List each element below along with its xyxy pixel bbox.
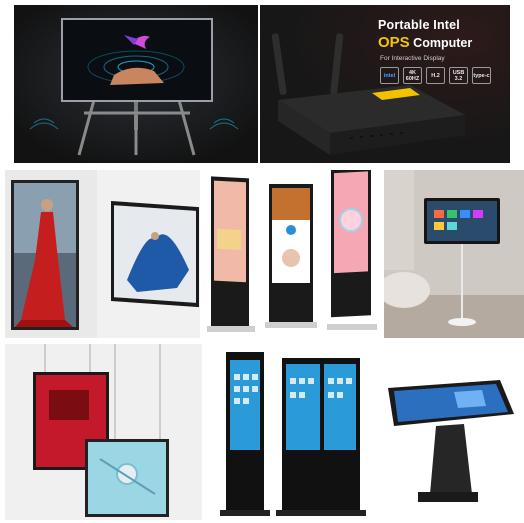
type-c-badge: type-c [472,67,491,84]
usb-badge: USB 3.2 [449,67,468,84]
4k-badge: 4K 60HZ [403,67,422,84]
landscape-wall-display-photo [97,170,200,338]
hanging-displays-photo [5,344,202,520]
intel-badge: intel [380,67,399,84]
h2-badge: H.2 [426,67,445,84]
floor-kiosks-photo [206,344,371,520]
interactive-panel-photo [14,5,258,163]
ops-title-line2: OPS Computer [378,34,472,51]
rolling-stand-tv-photo [384,170,524,338]
standing-kiosks-photo [203,170,379,338]
ops-highlight: OPS [378,34,410,51]
touch-kiosk-photo [374,344,524,520]
portrait-display-photo [5,170,97,338]
spec-badges: intel 4K 60HZ H.2 USB 3.2 type-c [380,67,491,84]
ops-subtitle: For Interactive Display [380,55,445,62]
ops-computer-ad: Portable Intel OPS Computer For Interact… [260,5,510,163]
ops-title-rest: Computer [409,36,473,50]
ops-title-line1: Portable Intel [378,18,460,32]
